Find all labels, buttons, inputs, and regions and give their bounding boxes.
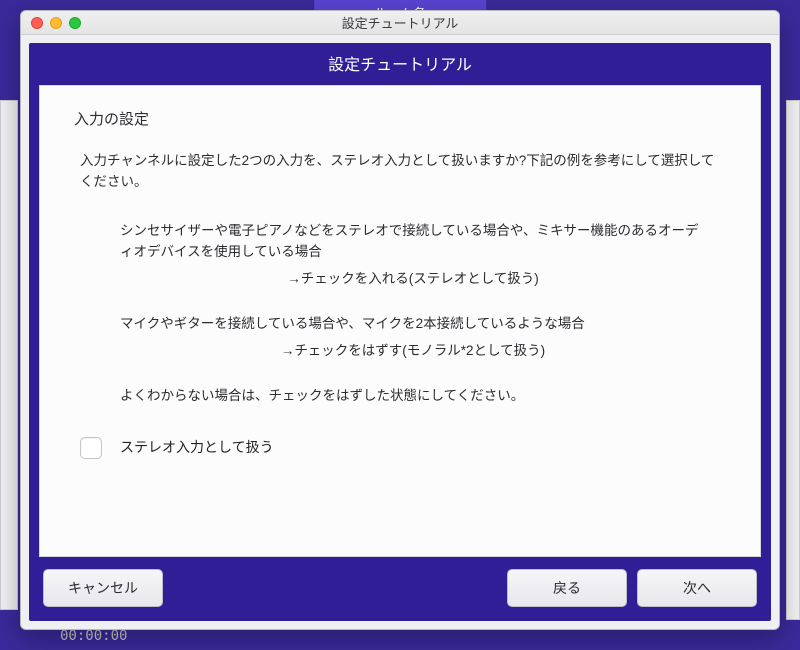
stereo-checkbox[interactable] [80, 437, 102, 459]
note-text: よくわからない場合は、チェックをはずした状態にしてください。 [120, 386, 726, 407]
section-title: 入力の設定 [74, 108, 726, 131]
bg-panel-left [0, 100, 18, 610]
window-title: 設定チュートリアル [21, 13, 779, 32]
dialog-header: 設定チュートリアル [29, 43, 771, 85]
cancel-button[interactable]: キャンセル [43, 569, 163, 607]
case-stereo: シンセサイザーや電子ピアノなどをステレオで接続している場合や、ミキサー機能のある… [120, 221, 706, 290]
close-icon[interactable] [31, 17, 43, 29]
back-button[interactable]: 戻る [507, 569, 627, 607]
case-mono: マイクやギターを接続している場合や、マイクを2本接続しているような場合 →チェッ… [120, 314, 706, 362]
tutorial-window: 設定チュートリアル 設定チュートリアル 入力の設定 入力チャンネルに設定した2つ… [20, 10, 780, 630]
minimize-icon[interactable] [50, 17, 62, 29]
dialog-body: 入力の設定 入力チャンネルに設定した2つの入力を、ステレオ入力として扱いますか?… [39, 85, 761, 557]
dialog-footer: キャンセル 戻る 次へ [29, 557, 771, 621]
zoom-icon[interactable] [69, 17, 81, 29]
case-mono-action: →チェックをはずす(モノラル*2として扱う) [120, 341, 706, 362]
intro-text: 入力チャンネルに設定した2つの入力を、ステレオ入力として扱いますか?下記の例を参… [80, 151, 720, 193]
bg-panel-right [786, 100, 800, 620]
case-stereo-action: →チェックを入れる(ステレオとして扱う) [120, 269, 706, 290]
traffic-lights [21, 17, 81, 29]
next-button[interactable]: 次へ [637, 569, 757, 607]
tutorial-dialog: 設定チュートリアル 入力の設定 入力チャンネルに設定した2つの入力を、ステレオ入… [29, 43, 771, 621]
stereo-checkbox-label: ステレオ入力として扱う [120, 437, 274, 459]
case-mono-desc: マイクやギターを接続している場合や、マイクを2本接続しているような場合 [120, 314, 706, 335]
case-stereo-desc: シンセサイザーや電子ピアノなどをステレオで接続している場合や、ミキサー機能のある… [120, 221, 706, 263]
stereo-checkbox-row: ステレオ入力として扱う [80, 437, 726, 459]
bg-timestamp: 00:00:00 [60, 628, 127, 644]
window-titlebar: 設定チュートリアル [21, 11, 779, 35]
